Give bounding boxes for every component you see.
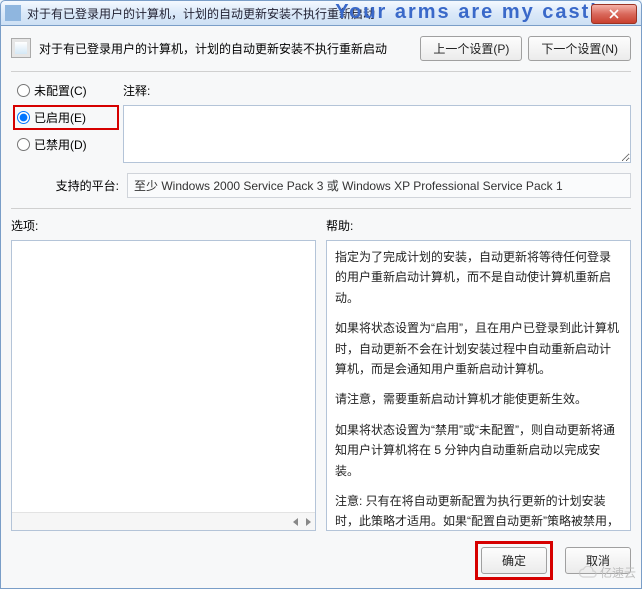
comment-label: 注释: <box>123 82 631 99</box>
radio-enabled-label: 已启用(E) <box>34 109 86 126</box>
main-panes: 选项: 帮助: 指定为了完成计划的安装，自动更新将等待任何登录的用户重新启动计算… <box>11 209 631 531</box>
options-scroll-footer <box>12 512 315 530</box>
scroll-left-icon[interactable] <box>293 518 298 526</box>
radio-disabled-label: 已禁用(D) <box>34 136 87 153</box>
dialog-footer: 确定 取消 <box>11 531 631 580</box>
overlay-watermark-text: Your arms are my castle <box>335 1 611 24</box>
radio-group: 未配置(C) 已启用(E) 已禁用(D) <box>11 82 111 153</box>
help-paragraph: 如果将状态设置为“禁用”或“未配置”，则自动更新将通知用户计算机将在 5 分钟内… <box>335 420 622 481</box>
ok-highlight: 确定 <box>475 541 553 580</box>
cloud-icon <box>577 566 597 580</box>
radio-enabled-input[interactable] <box>17 111 30 124</box>
config-row: 未配置(C) 已启用(E) 已禁用(D) 注释: <box>11 72 631 169</box>
prev-setting-button[interactable]: 上一个设置(P) <box>420 36 522 61</box>
comment-column: 注释: <box>123 82 631 163</box>
radio-enabled[interactable]: 已启用(E) <box>13 105 119 130</box>
help-paragraph: 请注意，需要重新启动计算机才能使更新生效。 <box>335 389 622 409</box>
radio-disabled-input[interactable] <box>17 138 30 151</box>
dialog-body: 对于有已登录用户的计算机，计划的自动更新安装不执行重新启动 上一个设置(P) 下… <box>0 26 642 589</box>
policy-header: 对于有已登录用户的计算机，计划的自动更新安装不执行重新启动 上一个设置(P) 下… <box>11 36 631 72</box>
window-title: 对于有已登录用户的计算机，计划的自动更新安装不执行重新启动 <box>27 5 375 22</box>
scroll-right-icon[interactable] <box>306 518 311 526</box>
nav-buttons: 上一个设置(P) 下一个设置(N) <box>420 36 631 61</box>
help-paragraph: 指定为了完成计划的安装，自动更新将等待任何登录的用户重新启动计算机，而不是自动使… <box>335 247 622 308</box>
radio-not-configured-input[interactable] <box>17 84 30 97</box>
platform-label: 支持的平台: <box>11 177 119 194</box>
options-label: 选项: <box>11 217 316 234</box>
policy-title: 对于有已登录用户的计算机，计划的自动更新安装不执行重新启动 <box>39 36 410 57</box>
window-icon <box>5 5 21 21</box>
window-close-button[interactable] <box>591 4 637 24</box>
platform-row: 支持的平台: 至少 Windows 2000 Service Pack 3 或 … <box>11 169 631 209</box>
help-pane: 帮助: 指定为了完成计划的安装，自动更新将等待任何登录的用户重新启动计算机，而不… <box>326 217 631 531</box>
close-icon <box>609 9 619 19</box>
help-box[interactable]: 指定为了完成计划的安装，自动更新将等待任何登录的用户重新启动计算机，而不是自动使… <box>326 240 631 531</box>
titlebar: 对于有已登录用户的计算机，计划的自动更新安装不执行重新启动 Your arms … <box>0 0 642 26</box>
policy-icon <box>11 38 31 58</box>
brand-text: 亿速云 <box>600 564 636 581</box>
radio-disabled[interactable]: 已禁用(D) <box>17 136 111 153</box>
help-paragraph: 注意: 只有在将自动更新配置为执行更新的计划安装时，此策略才适用。如果“配置自动… <box>335 491 622 531</box>
radio-not-configured-label: 未配置(C) <box>34 82 87 99</box>
comment-textarea[interactable] <box>123 105 631 163</box>
options-pane: 选项: <box>11 217 316 531</box>
help-label: 帮助: <box>326 217 631 234</box>
radio-not-configured[interactable]: 未配置(C) <box>17 82 111 99</box>
ok-button[interactable]: 确定 <box>481 547 547 574</box>
platform-value: 至少 Windows 2000 Service Pack 3 或 Windows… <box>127 173 631 198</box>
options-box[interactable] <box>11 240 316 531</box>
next-setting-button[interactable]: 下一个设置(N) <box>528 36 631 61</box>
help-paragraph: 如果将状态设置为“启用”，且在用户已登录到此计算机时，自动更新不会在计划安装过程… <box>335 318 622 379</box>
brand-watermark: 亿速云 <box>577 564 636 581</box>
